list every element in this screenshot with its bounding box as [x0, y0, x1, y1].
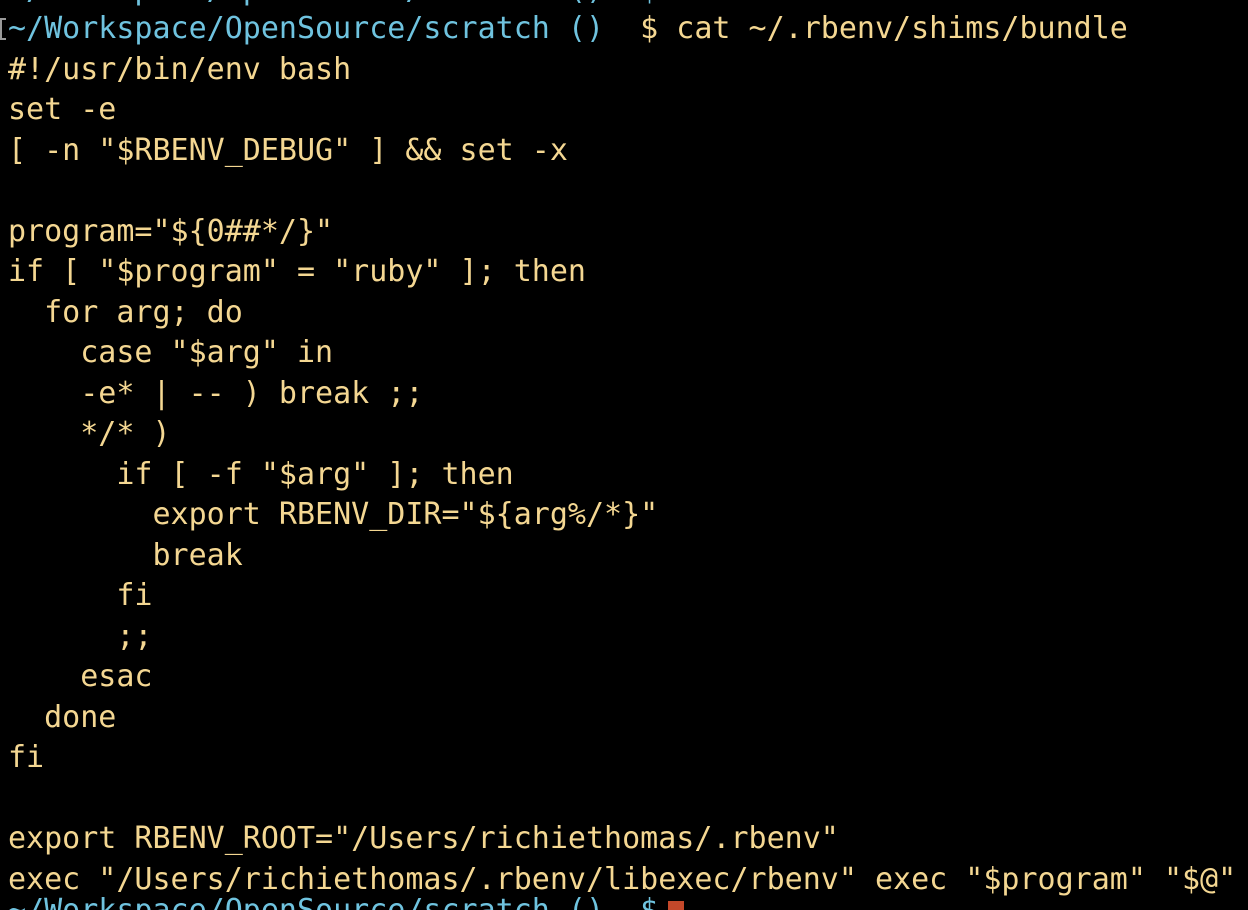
prompt-path: ~/Workspace/OpenSource/scratch ()	[8, 11, 605, 46]
output-line: -e* | -- ) break ;;	[8, 376, 424, 411]
output-line: done	[8, 700, 117, 735]
prompt-line: ~/Workspace/OpenSource/scratch () $ cat …	[8, 9, 1128, 49]
line-marker-icon	[0, 18, 6, 40]
output-line: program="${0##*/}"	[8, 214, 334, 249]
output-line: esac	[8, 659, 153, 694]
output-line: ;;	[8, 619, 153, 654]
output-line: fi	[8, 740, 45, 775]
next-prompt-line: ~/Workspace/OpenSource/scratch () $	[8, 891, 676, 910]
output-line: export RBENV_DIR="${arg%/*}"	[8, 497, 659, 532]
output-line: #!/usr/bin/env bash	[8, 52, 352, 87]
output-line: case "$arg" in	[8, 335, 334, 370]
prompt-symbol: $	[640, 11, 659, 46]
output-line: export RBENV_ROOT="/Users/richiethomas/.…	[8, 821, 839, 856]
terminal-cursor	[668, 901, 684, 910]
output-line: if [ "$program" = "ruby" ]; then	[8, 254, 586, 289]
output-line: break	[8, 538, 243, 573]
command-text: cat ~/.rbenv/shims/bundle	[676, 11, 1128, 46]
output-line: */* )	[8, 416, 171, 451]
output-line: if [ -f "$arg" ]; then	[8, 457, 514, 492]
output-line: for arg; do	[8, 295, 243, 330]
output-line: set -e	[8, 92, 117, 127]
output-line: fi	[8, 578, 153, 613]
output-line: [ -n "$RBENV_DEBUG" ] && set -x	[8, 133, 568, 168]
terminal-window[interactable]: ~/Workspace/OpenSource/scratch () $ ~/Wo…	[0, 0, 1248, 910]
